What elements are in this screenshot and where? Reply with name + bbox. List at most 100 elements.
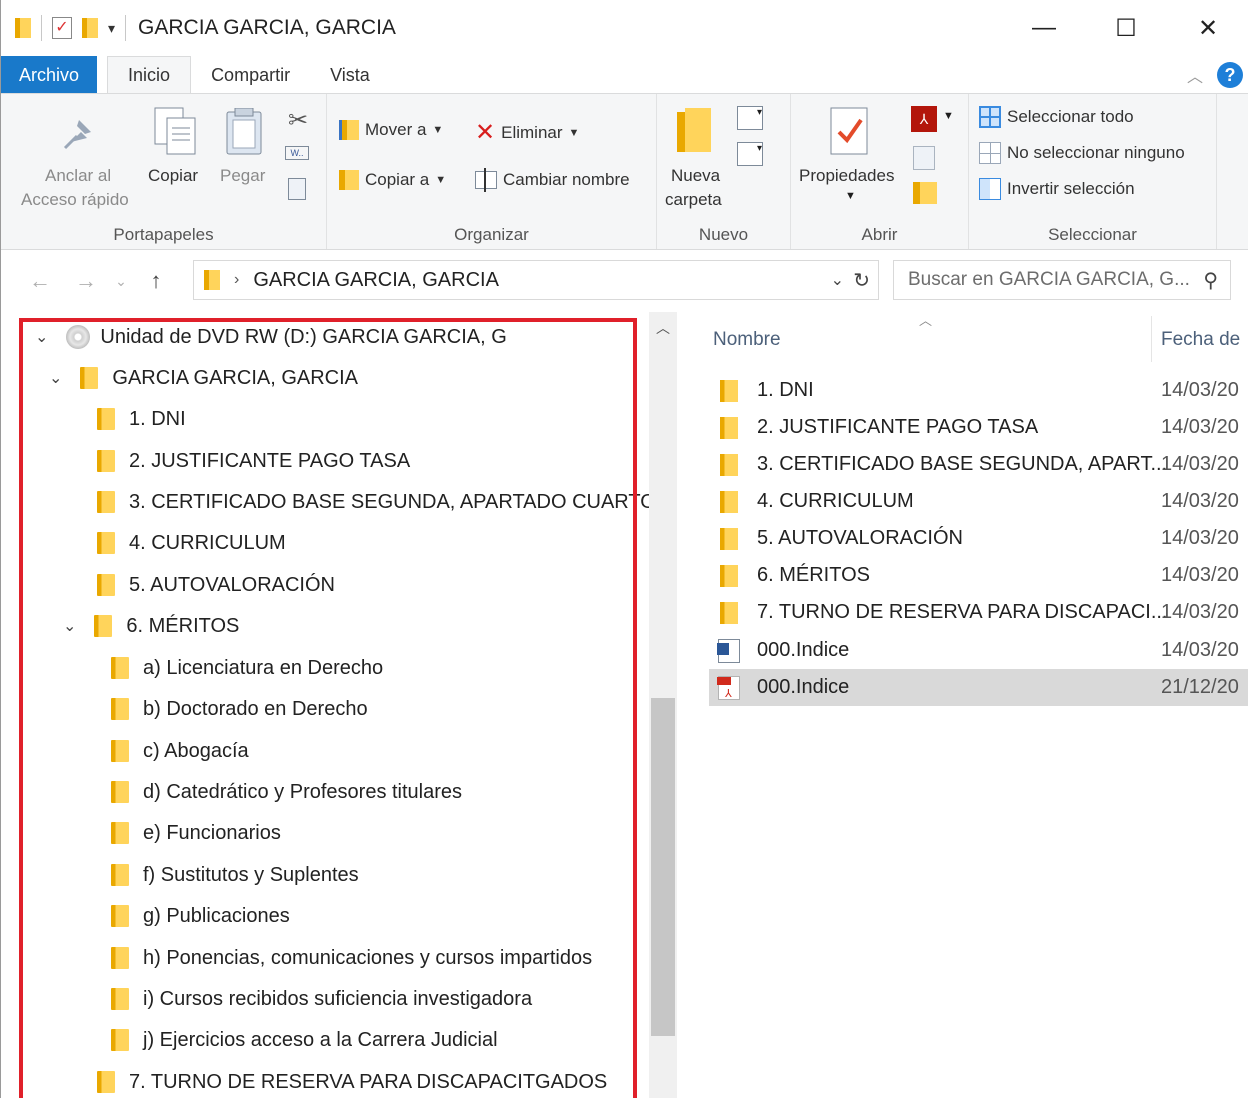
file-date: 14/03/20 — [1161, 564, 1239, 586]
address-dropdown-icon[interactable]: ⌄ — [831, 270, 844, 290]
file-row-selected[interactable]: ⅄ 000.Indice 21/12/20 — [709, 669, 1248, 706]
delete-button[interactable]: ✕ Eliminar ▼ — [475, 118, 579, 147]
tree-item-subfolder[interactable]: d) Catedrático y Profesores titulares — [111, 773, 462, 811]
breadcrumb-separator-icon[interactable]: › — [234, 271, 239, 289]
collapse-ribbon-icon[interactable]: ︿ — [1187, 63, 1203, 87]
column-header-name[interactable]: Nombre — [713, 314, 781, 366]
dropdown-arrow-icon: ▼ — [568, 126, 580, 139]
expand-chevron-icon[interactable]: ⌄ — [49, 368, 62, 388]
file-row[interactable]: 1. DNI 14/03/20 — [709, 372, 1248, 409]
pin-label-1[interactable]: Anclar al — [45, 166, 111, 186]
tree-item-folder[interactable]: 5. AUTOVALORACIÓN — [97, 566, 335, 604]
select-none-button[interactable]: No seleccionar ninguno — [979, 142, 1185, 164]
file-row[interactable]: 6. MÉRITOS 14/03/20 — [709, 557, 1248, 594]
dropdown-arrow-icon: ▼ — [435, 174, 447, 186]
tree-item-drive[interactable]: ⌄ Unidad de DVD RW (D:) GARCIA GARCIA, G — [35, 318, 507, 356]
folder-icon — [111, 657, 129, 679]
separator — [125, 15, 127, 41]
tab-vista[interactable]: Vista — [310, 56, 390, 94]
tab-archivo[interactable]: Archivo — [1, 56, 98, 94]
rename-button[interactable]: Cambiar nombre — [475, 168, 630, 192]
tree-item-folder[interactable]: 1. DNI — [97, 400, 186, 438]
tree-item-subfolder[interactable]: g) Publicaciones — [111, 897, 290, 935]
tree-item-subfolder[interactable]: c) Abogacía — [111, 732, 249, 770]
refresh-icon[interactable]: ↻ — [853, 268, 870, 293]
scrollbar-thumb[interactable] — [651, 698, 675, 1036]
edit-icon[interactable] — [913, 146, 935, 170]
tree-item-subfolder[interactable]: f) Sustitutos y Suplentes — [111, 856, 359, 894]
new-folder-icon[interactable] — [82, 18, 98, 38]
properties-check-icon[interactable]: ✓ — [52, 17, 72, 39]
file-row[interactable]: 2. JUSTIFICANTE PAGO TASA 14/03/20 — [709, 409, 1248, 446]
open-pdf-icon[interactable]: ⅄ — [911, 106, 937, 132]
tree-item-folder[interactable]: 3. CERTIFICADO BASE SEGUNDA, APARTADO CU… — [97, 483, 656, 521]
up-arrow-icon[interactable]: ↑ — [133, 268, 179, 294]
folder-icon — [97, 408, 115, 430]
open-dropdown-icon[interactable]: ▼ — [943, 110, 954, 122]
paste-shortcut-icon[interactable] — [288, 178, 306, 200]
file-row[interactable]: 3. CERTIFICADO BASE SEGUNDA, APART... 14/… — [709, 446, 1248, 483]
dropdown-arrow-icon: ▼ — [432, 124, 444, 136]
recent-dropdown-icon[interactable]: ⌄ — [109, 273, 133, 290]
copy-button[interactable]: Copiar — [148, 166, 198, 186]
easy-access-icon[interactable]: ▾ — [737, 142, 763, 166]
tab-compartir[interactable]: Compartir — [191, 56, 310, 94]
invert-selection-button[interactable]: Invertir selección — [979, 178, 1135, 200]
expand-chevron-icon[interactable]: ⌄ — [35, 327, 48, 347]
customize-dropdown-icon[interactable]: ▾ — [108, 20, 115, 37]
tree-item-subfolder[interactable]: h) Ponencias, comunicaciones y cursos im… — [111, 939, 592, 977]
file-date: 21/12/20 — [1161, 676, 1239, 698]
forward-arrow-icon[interactable]: → — [63, 268, 109, 294]
invert-selection-icon — [979, 178, 1001, 200]
search-input[interactable]: Buscar en GARCIA GARCIA, G... ⚲ — [893, 260, 1231, 300]
history-icon[interactable] — [913, 182, 937, 204]
column-divider[interactable] — [1151, 316, 1152, 362]
maximize-button[interactable]: ☐ — [1085, 0, 1167, 56]
close-button[interactable]: ✕ — [1167, 0, 1248, 56]
file-row[interactable]: 7. TURNO DE RESERVA PARA DISCAPACI... 14/… — [709, 594, 1248, 631]
tree-item-subfolder[interactable]: a) Licenciatura en Derecho — [111, 649, 383, 687]
properties-dropdown-icon[interactable]: ▼ — [845, 190, 856, 202]
copy-path-icon[interactable]: W.. — [285, 146, 309, 160]
address-bar[interactable]: › GARCIA GARCIA, GARCIA ⌄ ↻ — [193, 260, 879, 300]
search-icon[interactable]: ⚲ — [1203, 268, 1218, 293]
breadcrumb-current[interactable]: GARCIA GARCIA, GARCIA — [253, 269, 499, 292]
expand-chevron-icon[interactable]: ⌄ — [63, 616, 76, 636]
tree-item-subfolder[interactable]: e) Funcionarios — [111, 814, 281, 852]
back-arrow-icon[interactable]: ← — [17, 268, 63, 294]
folder-icon — [94, 615, 113, 637]
ribbon-tabs: Archivo Inicio Compartir Vista ︿ ? — [1, 56, 1248, 94]
help-icon[interactable]: ? — [1217, 62, 1243, 88]
minimize-button[interactable]: — — [1003, 0, 1085, 56]
tree-item-folder[interactable]: 7. TURNO DE RESERVA PARA DISCAPACITGADOS — [97, 1063, 607, 1098]
copy-to-button[interactable]: Copiar a ▼ — [339, 170, 446, 190]
new-folder-label-2[interactable]: carpeta — [665, 190, 722, 210]
scroll-up-icon[interactable]: ︿ — [656, 318, 670, 338]
tree-item-subfolder[interactable]: j) Ejercicios acceso a la Carrera Judici… — [111, 1021, 498, 1059]
tree-item-root[interactable]: ⌄ GARCIA GARCIA, GARCIA — [49, 359, 358, 397]
move-icon — [339, 120, 359, 140]
tree-item-meritos[interactable]: ⌄ 6. MÉRITOS — [63, 607, 239, 645]
tab-inicio[interactable]: Inicio — [107, 56, 192, 94]
move-to-button[interactable]: Mover a ▼ — [339, 120, 443, 140]
search-placeholder: Buscar en GARCIA GARCIA, G... — [908, 269, 1190, 290]
file-row[interactable]: 4. CURRICULUM 14/03/20 — [709, 483, 1248, 520]
window-title: GARCIA GARCIA, GARCIA — [138, 16, 396, 39]
paste-button[interactable]: Pegar — [220, 166, 265, 186]
new-folder-label-1[interactable]: Nueva — [671, 166, 720, 186]
file-row[interactable]: 5. AUTOVALORACIÓN 14/03/20 — [709, 520, 1248, 557]
cut-icon[interactable]: ✂ — [288, 106, 308, 135]
tree-item-folder[interactable]: 2. JUSTIFICANTE PAGO TASA — [97, 442, 410, 480]
folder-icon — [15, 18, 31, 38]
new-item-icon[interactable]: ▾ — [737, 106, 763, 130]
folder-icon — [97, 1071, 115, 1093]
column-header-date[interactable]: Fecha de — [1161, 314, 1240, 366]
tree-item-subfolder[interactable]: b) Doctorado en Derecho — [111, 690, 368, 728]
file-row[interactable]: 000.Indice 14/03/20 — [709, 632, 1248, 669]
pin-label-2[interactable]: Acceso rápido — [21, 190, 129, 210]
tree-item-folder[interactable]: 4. CURRICULUM — [97, 524, 286, 562]
select-all-button[interactable]: Seleccionar todo — [979, 106, 1134, 128]
tree-item-subfolder[interactable]: i) Cursos recibidos suficiencia investig… — [111, 980, 532, 1018]
tree-item-label: g) Publicaciones — [143, 904, 290, 927]
properties-button[interactable]: Propiedades — [799, 166, 894, 186]
